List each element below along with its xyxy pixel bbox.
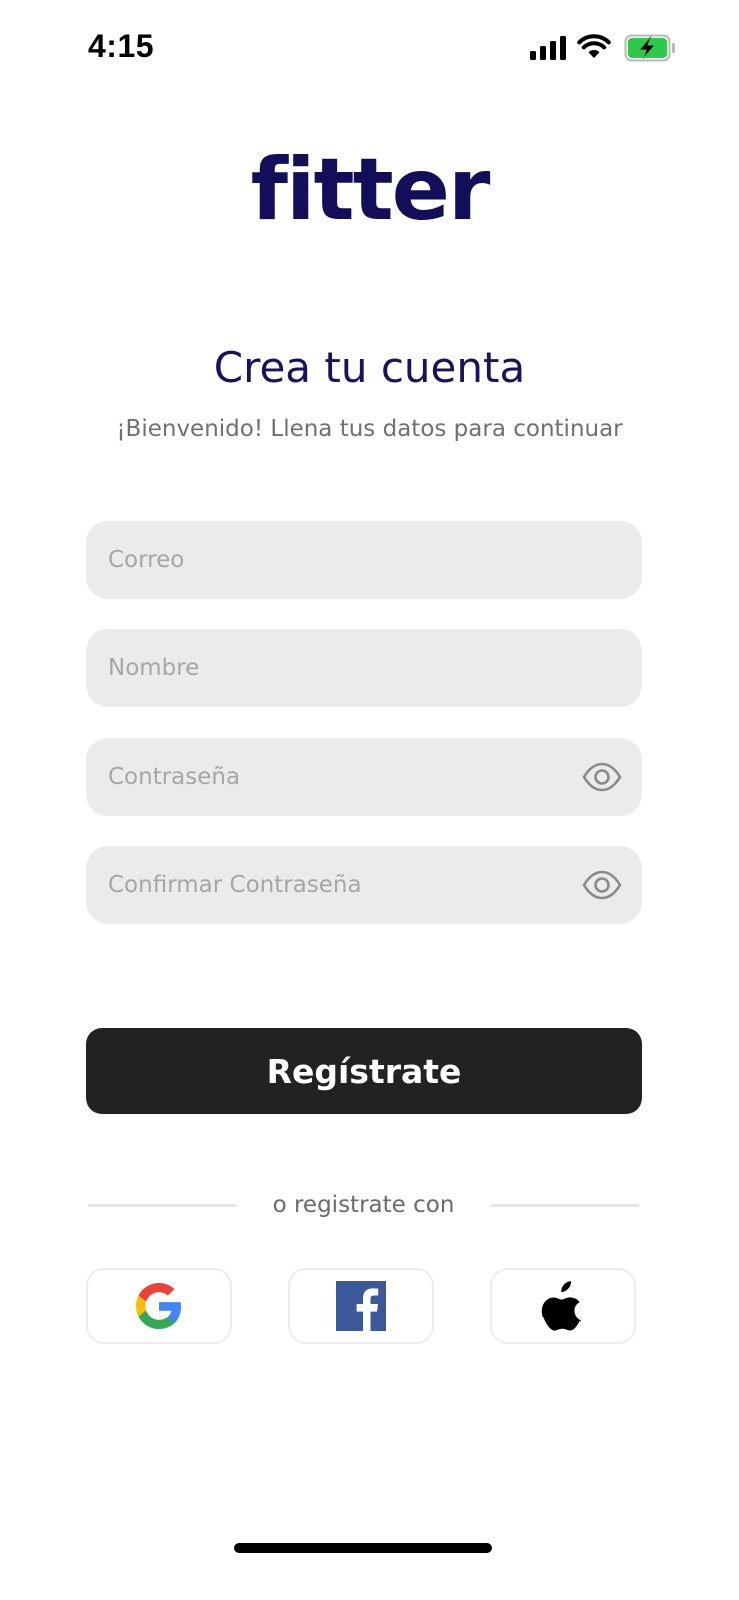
page-subtitle: ¡Bienvenido! Llena tus datos para contin… <box>116 416 623 442</box>
email-field[interactable] <box>108 521 568 599</box>
status-bar: 4:15 <box>0 0 739 100</box>
signal-icon <box>530 36 566 60</box>
page-title: Crea tu cuenta <box>213 343 526 392</box>
eye-icon[interactable] <box>582 760 622 794</box>
facebook-signup-button[interactable] <box>288 1268 434 1344</box>
password-field-container <box>86 738 642 816</box>
battery-charging-icon <box>624 34 675 62</box>
google-signup-button[interactable] <box>86 1268 232 1344</box>
eye-icon[interactable] <box>582 868 622 902</box>
confirm-password-field[interactable] <box>108 846 568 924</box>
fitter-logo: fitter <box>250 140 491 240</box>
apple-icon <box>541 1281 581 1331</box>
register-button[interactable]: Regístrate <box>86 1028 642 1114</box>
email-field-container <box>86 521 642 599</box>
home-indicator <box>234 1543 492 1553</box>
password-field[interactable] <box>108 738 568 816</box>
name-field[interactable] <box>108 629 568 707</box>
apple-signup-button[interactable] <box>490 1268 636 1344</box>
divider-line-right <box>491 1204 639 1207</box>
facebook-icon <box>336 1281 386 1331</box>
wifi-icon <box>577 34 611 58</box>
confirm-password-field-container <box>86 846 642 924</box>
name-field-container <box>86 629 642 707</box>
google-icon <box>136 1283 182 1329</box>
status-time: 4:15 <box>88 28 155 64</box>
